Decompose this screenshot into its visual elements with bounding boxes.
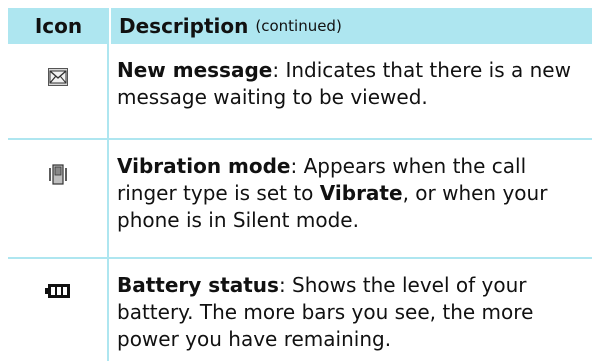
description-cell: Vibration mode: Appears when the call ri… (109, 140, 592, 257)
icon-cell (8, 259, 109, 361)
description-cell: Battery status: Shows the level of your … (109, 259, 592, 361)
table-row: Battery status: Shows the level of your … (8, 259, 592, 361)
row-bold-word: Vibrate (319, 181, 403, 205)
header-description-label: Description (119, 14, 249, 38)
table-row: Vibration mode: Appears when the call ri… (8, 140, 592, 259)
row-title: New message (117, 58, 273, 82)
row-title: Battery status (117, 273, 279, 297)
header-icon-column: Icon (8, 8, 111, 44)
description-cell: New message: Indicates that there is a n… (109, 44, 592, 138)
icon-cell (8, 140, 109, 257)
header-continued-label: (continued) (255, 17, 342, 35)
battery-icon (44, 283, 71, 303)
header-description-column: Description (continued) (111, 8, 592, 44)
envelope-icon (47, 68, 68, 90)
vibration-icon (48, 164, 68, 190)
row-title: Vibration mode (117, 154, 291, 178)
table-row: New message: Indicates that there is a n… (8, 44, 592, 140)
icon-cell (8, 44, 109, 138)
table-header: Icon Description (continued) (8, 8, 592, 44)
icon-description-table: Icon Description (continued) New message… (8, 8, 592, 361)
